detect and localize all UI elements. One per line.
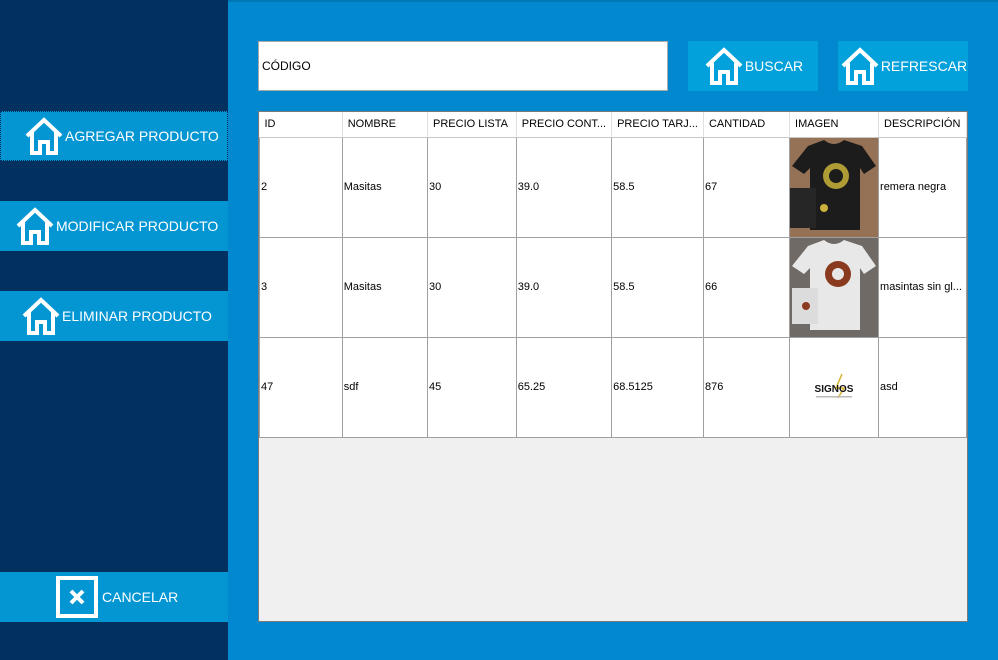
cell-id[interactable]: 47 xyxy=(259,336,343,438)
cell-nombre[interactable]: Masitas xyxy=(341,136,429,238)
table-row[interactable]: 3 Masitas 30 39.0 58.5 66 masintas sin g… xyxy=(259,236,967,338)
add-product-button[interactable]: AGREGAR PRODUCTO xyxy=(0,111,228,161)
home-icon xyxy=(14,205,56,247)
table-header-row: ID NOMBRE PRECIO LISTA PRECIO CONT... PR… xyxy=(259,112,967,138)
cell-cantidad[interactable]: 67 xyxy=(702,136,791,238)
cell-id[interactable]: 2 xyxy=(259,136,343,238)
products-table[interactable]: ID NOMBRE PRECIO LISTA PRECIO CONT... PR… xyxy=(258,111,968,622)
cell-descripcion[interactable]: masintas sin gl... xyxy=(878,236,967,338)
home-icon xyxy=(703,45,745,87)
cell-imagen[interactable]: SIGNOS xyxy=(789,336,880,438)
cell-precio-contado[interactable]: 39.0 xyxy=(515,136,613,238)
cell-precio-lista[interactable]: 45 xyxy=(427,336,517,438)
cell-precio-lista[interactable]: 30 xyxy=(427,236,517,338)
sidebar: AGREGAR PRODUCTO MODIFICAR PRODUCTO ELIM… xyxy=(0,0,228,660)
cell-cantidad[interactable]: 876 xyxy=(702,336,791,438)
cell-precio-contado[interactable]: 65.25 xyxy=(515,336,613,438)
modify-product-label: MODIFICAR PRODUCTO xyxy=(56,218,219,234)
cell-precio-lista[interactable]: 30 xyxy=(427,136,517,238)
cell-precio-tarjeta[interactable]: 58.5 xyxy=(611,136,704,238)
home-icon xyxy=(20,295,62,337)
cell-descripcion[interactable]: remera negra xyxy=(878,136,967,238)
cell-imagen[interactable] xyxy=(789,236,880,338)
signos-logo-text: SIGNOS xyxy=(815,384,854,395)
home-icon xyxy=(23,115,65,157)
search-input[interactable] xyxy=(262,59,664,73)
search-field[interactable] xyxy=(258,41,668,91)
column-header-precio-lista[interactable]: PRECIO LISTA xyxy=(427,112,517,138)
column-header-precio-contado[interactable]: PRECIO CONT... xyxy=(516,112,613,138)
close-icon xyxy=(56,576,98,618)
search-button[interactable]: BUSCAR xyxy=(688,41,818,91)
table-row[interactable]: 47 sdf 45 65.25 68.5125 876 SIGNOS asd xyxy=(259,336,967,438)
add-product-label: AGREGAR PRODUCTO xyxy=(65,128,219,144)
cell-precio-contado[interactable]: 39.0 xyxy=(515,236,613,338)
column-header-precio-tarjeta[interactable]: PRECIO TARJ... xyxy=(611,112,704,138)
column-header-descripcion[interactable]: DESCRIPCIÓN xyxy=(878,112,967,138)
home-icon xyxy=(839,45,881,87)
modify-product-button[interactable]: MODIFICAR PRODUCTO xyxy=(0,201,228,251)
column-header-id[interactable]: ID xyxy=(259,112,343,138)
cell-nombre[interactable]: sdf xyxy=(341,336,429,438)
refresh-button[interactable]: REFRESCAR xyxy=(838,41,968,91)
refresh-button-label: REFRESCAR xyxy=(880,58,968,74)
cancel-button[interactable]: CANCELAR xyxy=(0,572,228,622)
signos-logo-image: SIGNOS xyxy=(790,338,878,436)
cell-descripcion[interactable]: asd xyxy=(878,336,967,438)
top-divider xyxy=(228,0,998,2)
main-panel: BUSCAR REFRESCAR ID NOMBRE PRECIO LISTA … xyxy=(228,0,998,660)
column-header-imagen[interactable]: IMAGEN xyxy=(789,112,880,138)
column-header-cantidad[interactable]: CANTIDAD xyxy=(703,112,791,138)
delete-product-label: ELIMINAR PRODUCTO xyxy=(62,308,212,324)
table-row[interactable]: 2 Masitas 30 39.0 58.5 67 remera negra xyxy=(259,136,967,238)
cell-precio-tarjeta[interactable]: 68.5125 xyxy=(611,336,704,438)
cell-cantidad[interactable]: 66 xyxy=(702,236,791,338)
cell-precio-tarjeta[interactable]: 58.5 xyxy=(611,236,704,338)
delete-product-button[interactable]: ELIMINAR PRODUCTO xyxy=(0,291,228,341)
cell-imagen[interactable] xyxy=(789,136,880,238)
black-tshirt-image xyxy=(790,138,878,236)
column-header-nombre[interactable]: NOMBRE xyxy=(342,112,429,138)
white-tshirt-image xyxy=(790,238,878,336)
cancel-label: CANCELAR xyxy=(102,589,179,605)
search-button-label: BUSCAR xyxy=(744,58,804,74)
cell-nombre[interactable]: Masitas xyxy=(341,236,429,338)
cell-id[interactable]: 3 xyxy=(259,236,343,338)
